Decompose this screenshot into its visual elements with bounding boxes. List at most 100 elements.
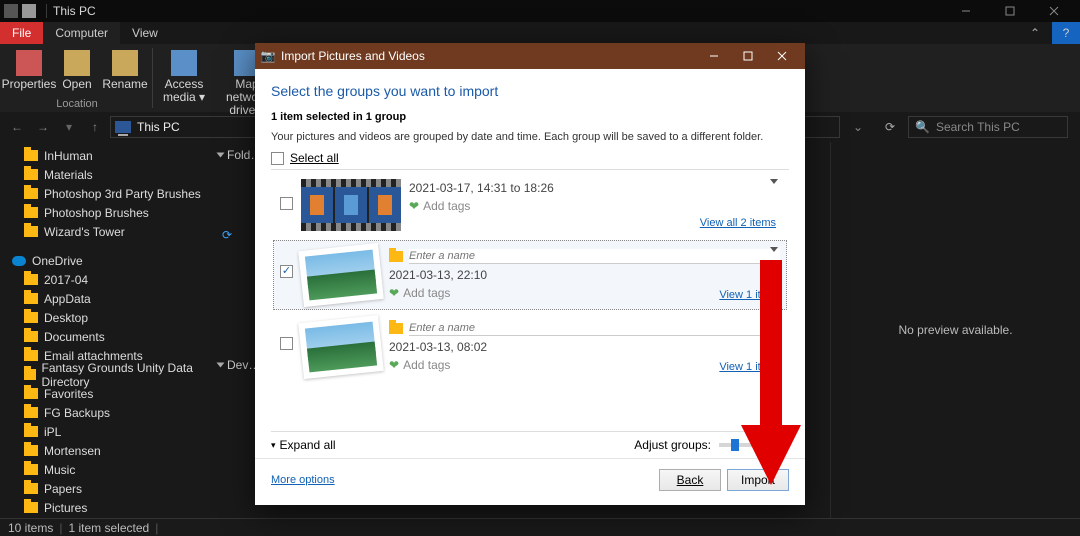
sidebar-item-label: Documents [44,330,105,344]
sidebar-item[interactable]: Materials [2,165,208,184]
dialog-subtext2: Your pictures and videos are grouped by … [271,131,789,143]
access-media-button[interactable]: Access media ▾ [157,48,211,120]
window-title: This PC [53,4,96,18]
tab-view[interactable]: View [120,22,170,44]
maximize-button[interactable] [988,0,1032,22]
properties-button[interactable]: Properties [6,48,52,93]
sidebar-item-label: Photoshop Brushes [44,206,149,220]
nav-recent-button[interactable]: ▾ [58,116,80,138]
preview-pane: No preview available. [830,142,1080,518]
chevron-down-icon [217,153,225,158]
nav-forward-button[interactable]: → [32,116,54,138]
adjust-groups-label: Adjust groups: [634,438,711,452]
add-tags-button[interactable]: ❤Add tags [409,199,780,213]
nav-back-button[interactable]: ← [6,116,28,138]
sidebar-item[interactable]: Public [2,517,208,518]
dialog-close-button[interactable] [765,43,799,69]
refresh-button[interactable]: ⟳ [876,116,904,138]
dialog-bottom-row1: ▾Expand all Adjust groups: [255,432,805,458]
folder-icon [24,426,38,437]
nav-up-button[interactable]: ↑ [84,116,106,138]
group-checkbox[interactable] [280,265,293,278]
sidebar-item[interactable]: FG Backups [2,403,208,422]
group-dropdown-icon[interactable] [770,247,778,252]
film-thumbnail [301,179,401,231]
photo-thumbnail [298,243,383,307]
sidebar-item[interactable]: Documents [2,327,208,346]
view-items-link[interactable]: View all 2 items [700,217,776,229]
status-selected: 1 item selected [68,521,149,535]
group-info: 2021-03-17, 14:31 to 18:26 ❤Add tags [409,179,780,213]
group-dropdown-icon[interactable] [770,319,778,324]
folder-icon [24,445,38,456]
select-all-label[interactable]: Select all [290,151,339,165]
sidebar-item-label: Favorites [44,387,93,401]
folder-icon [24,207,38,218]
folder-icon [24,293,38,304]
tab-file[interactable]: File [0,22,43,44]
sidebar-item[interactable]: AppData [2,289,208,308]
sidebar-item-label: iPL [44,425,61,439]
sidebar-item[interactable]: Pictures [2,498,208,517]
group-date: 2021-03-17, 14:31 to 18:26 [409,181,780,195]
sidebar-item-label: Fantasy Grounds Unity Data Directory [42,361,209,389]
close-button[interactable] [1032,0,1076,22]
sidebar-item-label: 2017-04 [44,273,88,287]
collapse-ribbon-button[interactable]: ⌃ [1018,22,1052,44]
view-items-link[interactable]: View 1 item [719,361,776,373]
import-group[interactable]: 2021-03-17, 14:31 to 18:26 ❤Add tags View … [273,172,787,238]
group-checkbox[interactable] [280,337,293,350]
expand-all-button[interactable]: ▾Expand all [271,438,336,452]
group-name-input[interactable] [409,321,780,336]
sidebar-item[interactable]: 2017-04 [2,270,208,289]
dialog-maximize-button[interactable] [731,43,765,69]
group-name-input[interactable] [409,249,780,264]
more-options-link[interactable]: More options [271,474,335,486]
import-group[interactable]: 2021-03-13, 22:10❤Add tagsView 1 item [273,240,787,310]
group-dropdown-icon[interactable] [770,179,778,184]
back-button[interactable]: Back [659,469,721,491]
group-checkbox[interactable] [280,197,293,210]
select-all-checkbox[interactable] [271,152,284,165]
sidebar-item[interactable]: Photoshop 3rd Party Brushes [2,184,208,203]
view-items-link[interactable]: View 1 item [719,289,776,301]
import-button[interactable]: Import [727,469,789,491]
help-button[interactable]: ? [1052,22,1080,44]
sidebar-item-label: AppData [44,292,91,306]
sidebar-onedrive[interactable]: OneDrive [2,251,208,270]
sidebar-item[interactable]: Desktop [2,308,208,327]
folder-icon [24,150,38,161]
tab-computer[interactable]: Computer [43,22,120,44]
sidebar-item[interactable]: InHuman [2,146,208,165]
folder-icon [24,369,36,380]
sidebar-item[interactable]: Photoshop Brushes [2,203,208,222]
sidebar-item-label: Mortensen [44,444,101,458]
open-button[interactable]: Open [54,48,100,93]
sidebar-item-label: Photoshop 3rd Party Brushes [44,187,201,201]
minimize-button[interactable] [944,0,988,22]
dialog-heading: Select the groups you want to import [271,83,789,99]
tag-icon: ❤ [389,358,399,372]
sidebar-item[interactable]: Fantasy Grounds Unity Data Directory [2,365,208,384]
sidebar-item[interactable]: iPL [2,422,208,441]
properties-label: Properties [2,78,57,91]
tag-icon: ❤ [389,286,399,300]
groups-list: 2021-03-17, 14:31 to 18:26 ❤Add tags View … [271,169,789,432]
sidebar-item[interactable]: Mortensen [2,441,208,460]
sidebar-item[interactable]: Music [2,460,208,479]
sidebar-item[interactable]: Papers [2,479,208,498]
folder-icon [389,251,403,262]
import-group[interactable]: 2021-03-13, 08:02❤Add tagsView 1 item [273,312,787,382]
dialog-minimize-button[interactable] [697,43,731,69]
folder-icon [24,407,38,418]
rename-button[interactable]: Rename [102,48,148,93]
back-button-label: Back [677,473,704,487]
folder-icon [24,464,38,475]
quickaccess-icon [22,4,36,18]
search-input[interactable]: 🔍 Search This PC [908,116,1068,138]
content-refresh-icon[interactable]: ⟳ [222,228,232,242]
sidebar-item[interactable]: Wizard's Tower [2,222,208,241]
ribbon-group-location: Location [6,98,148,110]
address-dropdown-button[interactable]: ⌄ [844,116,872,138]
adjust-groups-slider[interactable] [719,443,789,447]
